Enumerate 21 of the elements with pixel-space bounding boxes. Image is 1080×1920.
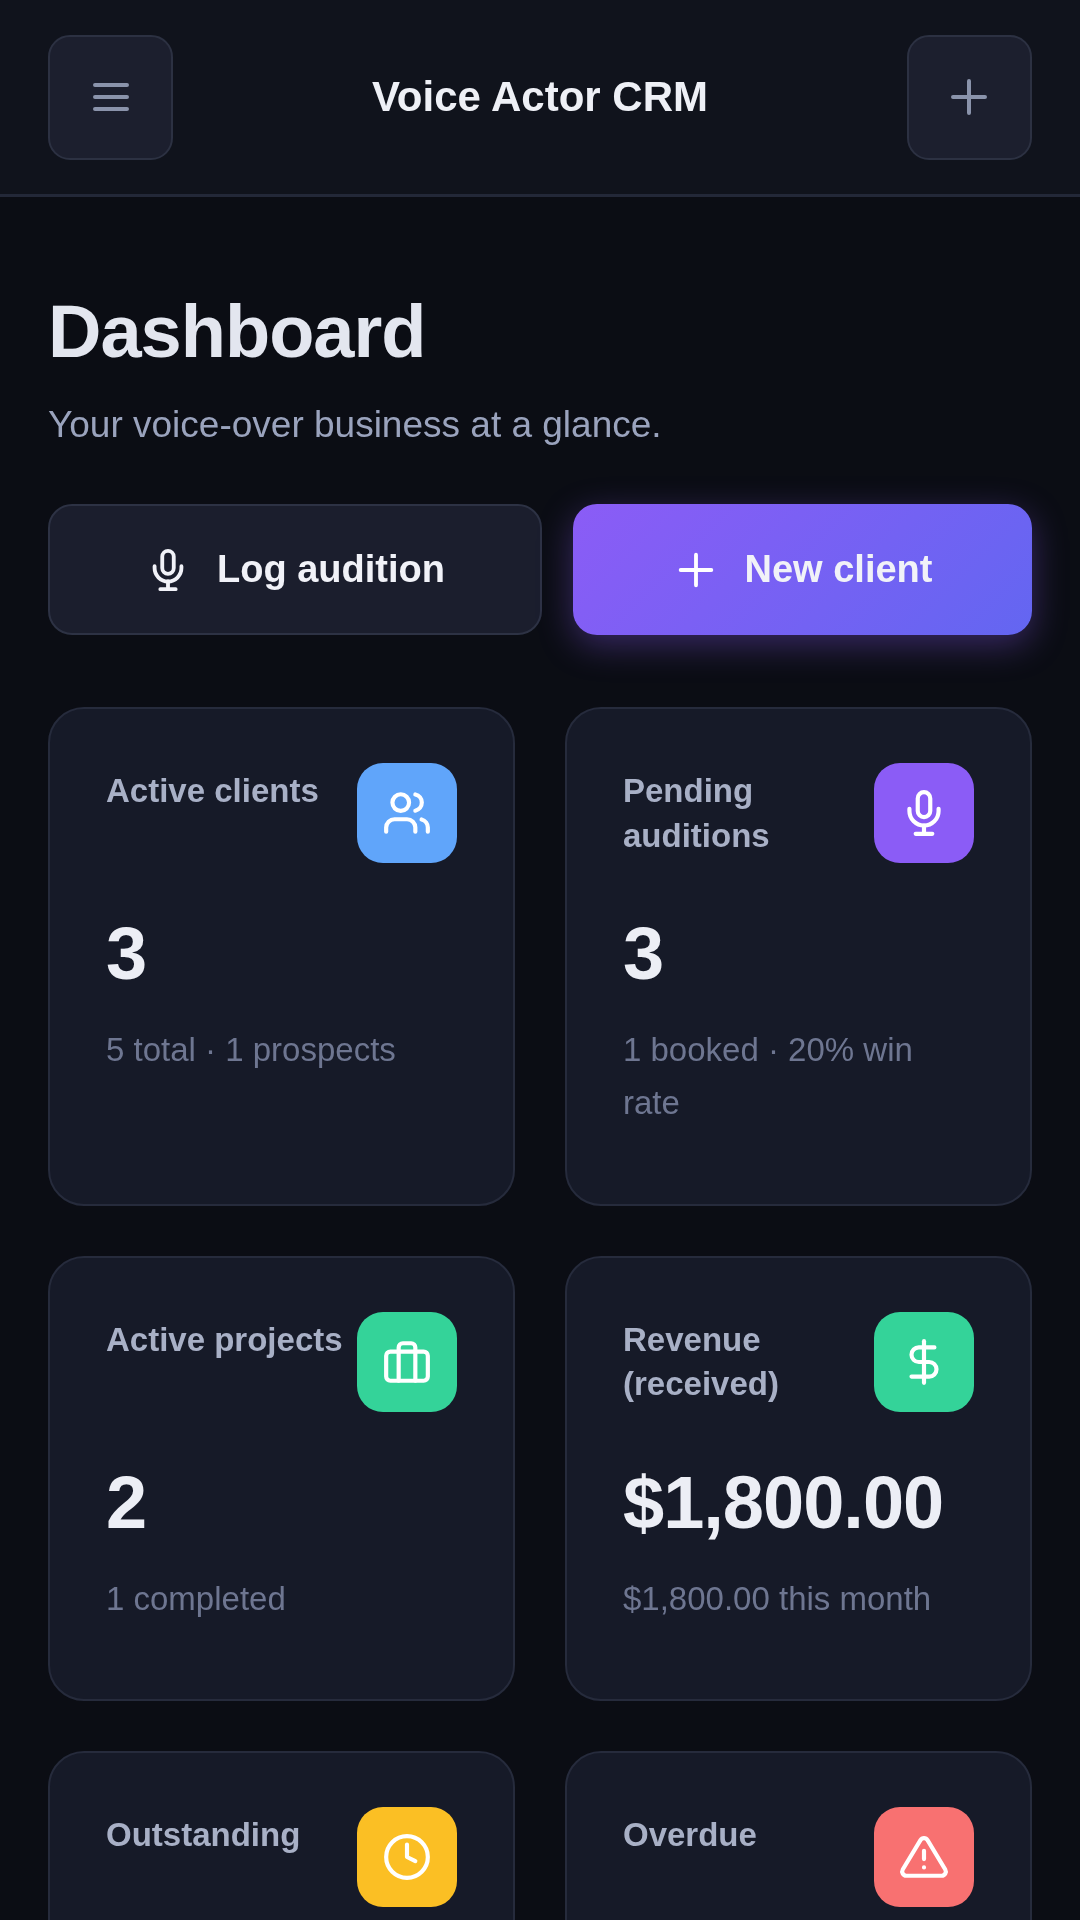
stat-value: 3	[106, 911, 148, 996]
page-title: Dashboard	[48, 289, 427, 374]
stat-label: Overdue	[623, 1815, 757, 1856]
stat-detail: 1 booked · 20% win rate	[623, 1030, 914, 1123]
stat-label: Pending auditions	[623, 771, 771, 856]
clock-icon	[382, 1832, 432, 1883]
menu-button[interactable]	[48, 34, 173, 160]
app-title: Voice Actor CRM	[371, 73, 708, 121]
stat-label: Active clients	[106, 771, 319, 811]
stat-detail: $1,800.00 this month	[623, 1578, 933, 1619]
page-subtitle: Your voice-over business at a glance.	[48, 404, 663, 446]
stat-value: 2	[106, 1459, 148, 1545]
new-client-button[interactable]: New client	[573, 504, 1032, 635]
stat-label: Outstanding	[106, 1815, 301, 1856]
log-audition-button[interactable]: Log audition	[48, 504, 542, 635]
stat-label: Active projects	[106, 1319, 343, 1360]
stat-detail: 1 completed	[106, 1578, 287, 1619]
stat-detail: 5 total · 1 prospects	[106, 1030, 397, 1070]
stat-label: Revenue (received)	[623, 1319, 780, 1405]
stat-value: 3	[623, 911, 665, 996]
stat-value: $1,800.00	[623, 1459, 945, 1545]
